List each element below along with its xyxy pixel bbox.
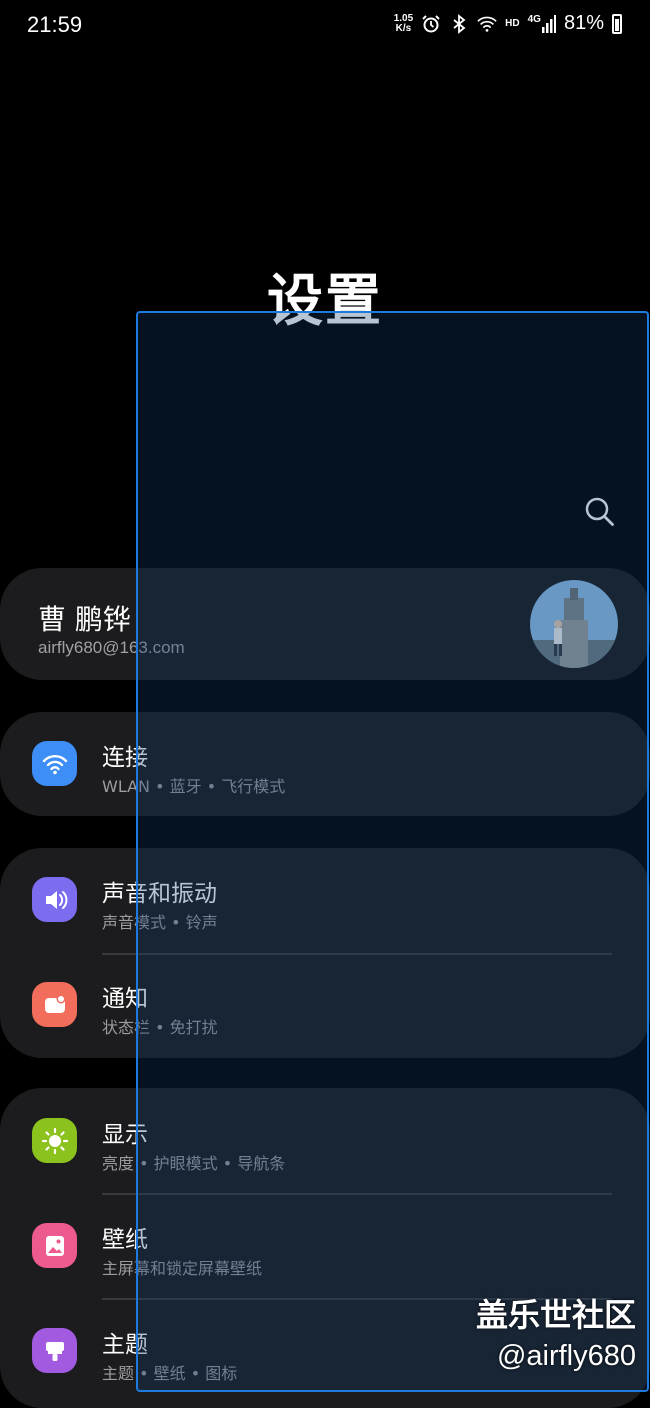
network-speed: 1.05 K/s xyxy=(393,12,414,34)
battery-percent: 81% xyxy=(563,12,604,34)
alarm-icon xyxy=(422,14,440,32)
status-bar: 21:59 1.05 K/s HD 4G 81% xyxy=(0,0,650,52)
selection-overlay xyxy=(136,311,649,1392)
status-time: 21:59 xyxy=(27,12,83,37)
bluetooth-icon xyxy=(453,13,466,34)
watermark-handle: @airfly680 xyxy=(496,1340,636,1372)
wifi-icon xyxy=(32,741,77,786)
notification-icon xyxy=(32,982,77,1027)
brightness-icon xyxy=(32,1118,77,1163)
account-name: 曹 鹏铧 xyxy=(38,603,131,636)
battery-icon xyxy=(612,13,622,34)
theme-brush-icon xyxy=(32,1328,77,1373)
hd-indicator: HD xyxy=(505,17,520,29)
wallpaper-icon xyxy=(32,1223,77,1268)
volume-icon xyxy=(32,877,77,922)
cell-signal-icon: 4G xyxy=(528,14,556,33)
wifi-signal-icon xyxy=(477,16,497,32)
status-icons: 1.05 K/s HD 4G 81% xyxy=(394,12,622,35)
watermark-title: 盖乐世社区 xyxy=(475,1296,636,1334)
